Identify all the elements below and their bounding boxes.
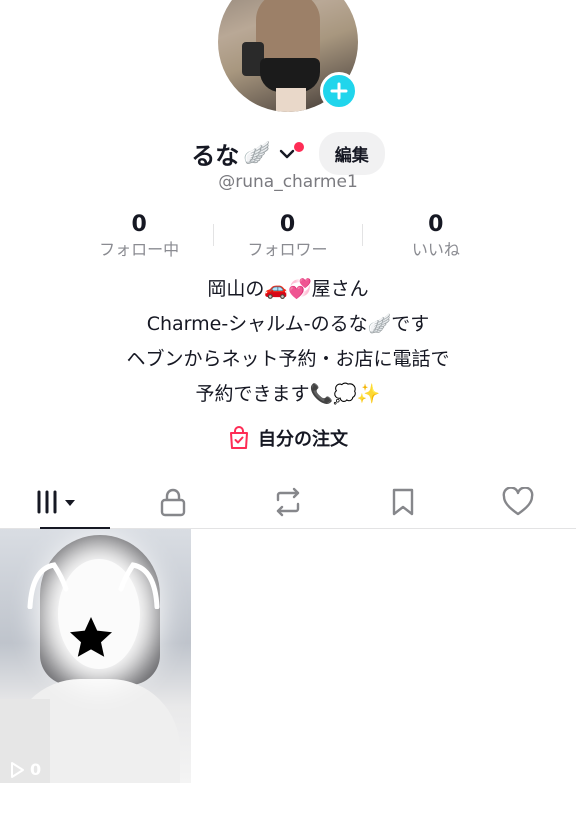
feather-emoji: 🪽: [243, 141, 271, 166]
following-label: フォロー中: [99, 240, 180, 259]
account-switch-button[interactable]: [279, 141, 304, 160]
edit-profile-button[interactable]: 編集: [318, 132, 385, 175]
tab-reposts[interactable]: [230, 476, 345, 528]
bio-line: ヘブンからネット予約・お店に電話で: [126, 348, 450, 370]
chevron-down-icon: [279, 149, 294, 158]
name-row: るな 🪽 編集: [0, 132, 576, 175]
tab-private[interactable]: [115, 476, 230, 528]
display-name: るな: [191, 142, 240, 170]
likes-stat[interactable]: 0 いいね: [361, 212, 510, 261]
followers-count: 0: [279, 212, 296, 237]
view-count-value: 0: [30, 760, 42, 779]
my-orders-link[interactable]: 自分の注文: [0, 425, 576, 451]
lock-icon: [160, 488, 185, 517]
shopping-bag-icon: [230, 426, 248, 449]
plus-icon: [330, 82, 348, 100]
following-stat[interactable]: 0 フォロー中: [65, 212, 213, 261]
notification-dot: [293, 141, 304, 152]
following-count: 0: [131, 212, 147, 237]
followers-label: フォロワー: [247, 240, 328, 259]
star-sticker-icon: [70, 617, 112, 657]
profile-avatar[interactable]: [218, 0, 358, 112]
profile-tabs: [0, 476, 576, 529]
tab-favorites[interactable]: [346, 476, 461, 528]
add-story-button[interactable]: [320, 72, 358, 110]
videos-grid-icon: [37, 490, 75, 514]
bookmark-icon: [393, 488, 414, 516]
bio-line: 予約できます📞💭✨: [195, 383, 381, 405]
my-orders-label: 自分の注文: [258, 429, 348, 450]
profile-stats: 0 フォロー中 0 フォロワー 0 いいね: [65, 212, 510, 261]
likes-count: 0: [428, 212, 444, 237]
profile-bio: 岡山の🚗💞屋さん Charme-シャルム-のるな🪽です ヘブンからネット予約・お…: [0, 272, 576, 412]
video-thumbnail[interactable]: 0: [0, 529, 191, 783]
bio-line: 岡山の🚗💞屋さん: [207, 278, 369, 300]
likes-label: いいね: [411, 240, 460, 259]
heart-icon: [503, 487, 534, 516]
tab-videos[interactable]: [0, 476, 115, 529]
followers-stat[interactable]: 0 フォロワー: [213, 212, 361, 261]
tab-liked[interactable]: [461, 476, 576, 528]
bio-line: Charme-シャルム-のるな🪽です: [146, 313, 430, 335]
cat-ears-decoration: [27, 562, 160, 609]
play-icon: [11, 761, 24, 778]
repost-icon: [276, 487, 300, 517]
view-count: 0: [8, 760, 41, 779]
username-handle: @runa_charme1: [218, 172, 358, 192]
